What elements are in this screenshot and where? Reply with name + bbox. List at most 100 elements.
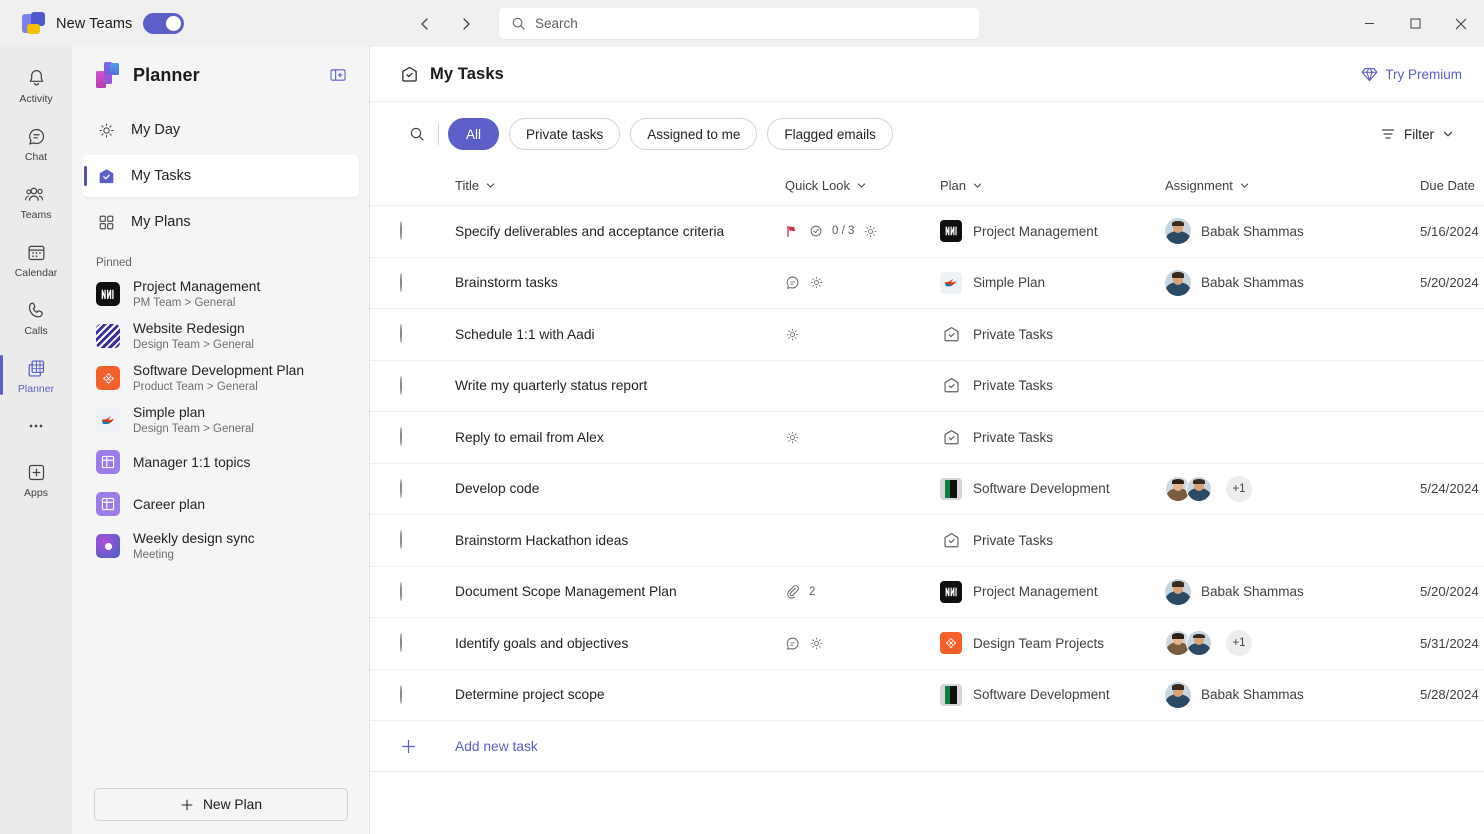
pill-all[interactable]: All bbox=[448, 118, 500, 150]
pinned-item-software-development-plan[interactable]: Software Development Plan Product Team >… bbox=[82, 357, 359, 399]
pinned-item-project-management[interactable]: Project Management PM Team > General bbox=[82, 273, 359, 315]
rail-item-apps[interactable]: Apps bbox=[4, 451, 68, 507]
pinned-item-weekly-design-sync[interactable]: Weekly design sync Meeting bbox=[82, 525, 359, 567]
global-search-input[interactable]: Search bbox=[499, 8, 979, 39]
bell-icon bbox=[26, 65, 47, 91]
task-complete-toggle[interactable] bbox=[400, 427, 402, 447]
add-new-task-row[interactable]: Add new task bbox=[370, 721, 1484, 772]
plan-black-icon bbox=[940, 220, 962, 243]
back-button[interactable] bbox=[410, 9, 440, 39]
title-bar: New Teams Search bbox=[0, 0, 1484, 47]
rail-item-more[interactable] bbox=[4, 405, 68, 449]
collapse-panel-button[interactable] bbox=[325, 62, 351, 88]
forward-button[interactable] bbox=[451, 9, 481, 39]
rail-item-planner[interactable]: Planner bbox=[0, 347, 68, 403]
rail-label-apps: Apps bbox=[24, 487, 48, 499]
assignment-cell: +1 bbox=[1165, 630, 1420, 657]
avatar bbox=[1165, 218, 1191, 245]
header-due-date[interactable]: Due Date bbox=[1420, 178, 1484, 193]
maximize-button[interactable] bbox=[1392, 0, 1438, 47]
plan-cell: Private Tasks bbox=[940, 375, 1165, 397]
task-complete-toggle[interactable] bbox=[400, 478, 402, 498]
sun-icon bbox=[96, 122, 116, 139]
plan-cell: Software Development bbox=[940, 477, 1165, 500]
task-complete-toggle[interactable] bbox=[400, 633, 402, 653]
pinned-item-website-redesign[interactable]: Website Redesign Design Team > General bbox=[82, 315, 359, 357]
task-row[interactable]: Determine project scope Software Developm… bbox=[370, 670, 1484, 721]
task-row[interactable]: Develop code Software Development +1 5/24/2… bbox=[370, 464, 1484, 515]
try-premium-button[interactable]: Try Premium bbox=[1361, 67, 1462, 82]
minimize-button[interactable] bbox=[1346, 0, 1392, 47]
task-complete-toggle[interactable] bbox=[400, 684, 402, 704]
task-row[interactable]: Reply to email from Alex Private Tasks bbox=[370, 412, 1484, 464]
new-plan-button[interactable]: New Plan bbox=[94, 788, 348, 821]
pill-private-tasks[interactable]: Private tasks bbox=[509, 118, 621, 150]
filter-button[interactable]: Filter bbox=[1372, 120, 1462, 148]
pill-flagged-emails[interactable]: Flagged emails bbox=[767, 118, 893, 150]
close-button[interactable] bbox=[1438, 0, 1484, 47]
pinned-item-manager-1-1-topics[interactable]: Manager 1:1 topics bbox=[82, 441, 359, 483]
sidebar-item-my-day[interactable]: My Day bbox=[82, 109, 359, 151]
task-complete-toggle[interactable] bbox=[400, 581, 402, 601]
app-rail: Activity Chat Teams Calendar Calls Plann… bbox=[0, 47, 72, 834]
pinned-name: Project Management bbox=[133, 279, 261, 294]
main-content: My Tasks Try Premium All Private tasks A… bbox=[370, 47, 1484, 834]
task-row[interactable]: Write my quarterly status report Private … bbox=[370, 361, 1484, 412]
task-row[interactable]: Brainstorm tasks Simple Plan Babak Shammas… bbox=[370, 258, 1484, 309]
rail-item-teams[interactable]: Teams bbox=[4, 173, 68, 229]
task-title: Schedule 1:1 with Aadi bbox=[455, 326, 595, 342]
sidebar-item-my-plans[interactable]: My Plans bbox=[82, 201, 359, 243]
task-complete-toggle[interactable] bbox=[400, 530, 402, 550]
minimize-icon bbox=[1364, 23, 1374, 24]
avatar bbox=[1165, 681, 1191, 708]
planner-icon bbox=[26, 355, 47, 381]
add-new-task-label: Add new task bbox=[455, 738, 538, 754]
header-assignment[interactable]: Assignment bbox=[1165, 178, 1420, 193]
avatar bbox=[1165, 578, 1191, 605]
plan-col: Private Tasks bbox=[940, 375, 1165, 397]
pinned-sub: Design Team > General bbox=[133, 423, 254, 435]
assignment-col: Babak Shammas bbox=[1165, 269, 1420, 296]
attachment-count: 2 bbox=[809, 585, 816, 598]
task-complete-toggle[interactable] bbox=[400, 375, 402, 395]
new-teams-toggle[interactable] bbox=[143, 13, 185, 34]
rail-item-chat[interactable]: Chat bbox=[4, 115, 68, 171]
task-title: Specify deliverables and acceptance crit… bbox=[455, 223, 725, 239]
header-quick-look[interactable]: Quick Look bbox=[785, 178, 940, 193]
task-complete-toggle-cell bbox=[400, 221, 455, 241]
pill-label: Assigned to me bbox=[647, 126, 741, 142]
task-complete-toggle-cell bbox=[400, 530, 455, 550]
checklist-icon bbox=[809, 224, 823, 238]
assignee-name: Babak Shammas bbox=[1201, 584, 1304, 600]
rail-item-calls[interactable]: Calls bbox=[4, 289, 68, 345]
task-complete-toggle[interactable] bbox=[400, 221, 402, 241]
my-day-sun-icon bbox=[785, 327, 800, 342]
plan-name: Private Tasks bbox=[973, 378, 1054, 394]
tasks-search-button[interactable] bbox=[400, 119, 434, 149]
header-quick-look-label: Quick Look bbox=[785, 178, 851, 193]
task-row[interactable]: Specify deliverables and acceptance crit… bbox=[370, 206, 1484, 258]
global-search-placeholder: Search bbox=[535, 16, 578, 31]
due-date: 5/24/2024 bbox=[1420, 481, 1479, 497]
sidebar-item-my-tasks[interactable]: My Tasks bbox=[82, 155, 359, 197]
task-complete-toggle[interactable] bbox=[400, 272, 402, 292]
rail-item-calendar[interactable]: Calendar bbox=[4, 231, 68, 287]
pinned-item-simple-plan[interactable]: Simple plan Design Team > General bbox=[82, 399, 359, 441]
my-day-sun-icon bbox=[863, 224, 878, 239]
pinned-item-career-plan[interactable]: Career plan bbox=[82, 483, 359, 525]
pill-assigned-to-me[interactable]: Assigned to me bbox=[630, 118, 758, 150]
header-plan[interactable]: Plan bbox=[940, 178, 1165, 193]
pinned-text: Manager 1:1 topics bbox=[133, 454, 250, 471]
phone-icon bbox=[26, 297, 47, 323]
tasks-home-icon bbox=[402, 66, 417, 82]
header-title[interactable]: Title bbox=[455, 178, 785, 193]
assignment-col: Babak Shammas bbox=[1165, 681, 1420, 708]
task-complete-toggle[interactable] bbox=[400, 324, 402, 344]
task-row[interactable]: Document Scope Management Plan 2 Project M… bbox=[370, 567, 1484, 618]
rail-item-activity[interactable]: Activity bbox=[4, 57, 68, 113]
task-row[interactable]: Identify goals and objectives Design Team… bbox=[370, 618, 1484, 670]
task-row[interactable]: Brainstorm Hackathon ideas Private Tasks bbox=[370, 515, 1484, 567]
task-row[interactable]: Schedule 1:1 with Aadi Private Tasks bbox=[370, 309, 1484, 361]
pill-label: Private tasks bbox=[526, 126, 604, 142]
filter-pills: All Private tasks Assigned to me Flagged… bbox=[448, 118, 1372, 150]
